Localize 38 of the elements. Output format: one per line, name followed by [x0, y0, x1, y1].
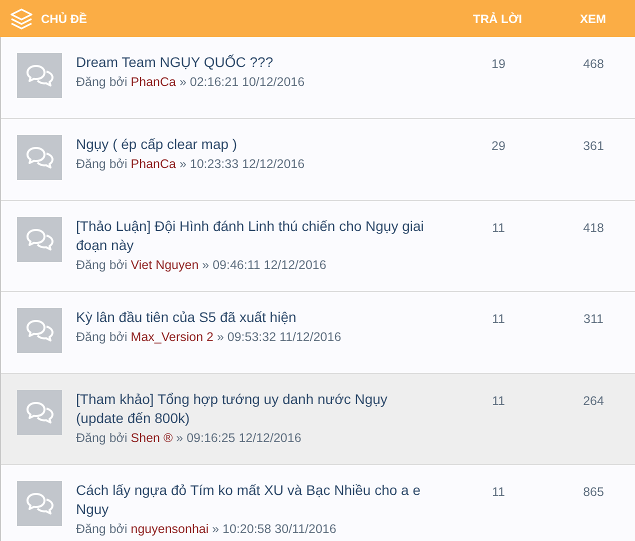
topic-row[interactable]: [Tham khảo] Tổng hợp tướng uy danh nước Ngụy (update đến 800k) Đăng bởi Shen ® » 09:16:25 12/12/2016 11 264: [1, 374, 635, 465]
reply-count: 19: [492, 56, 506, 73]
view-count: 264: [583, 393, 604, 410]
view-count: 361: [583, 138, 604, 155]
chat-bubbles-icon: [26, 228, 54, 252]
author-link[interactable]: PhanCa: [130, 157, 176, 171]
view-count: 468: [583, 56, 604, 73]
chat-bubbles-icon: [26, 400, 54, 424]
post-info: Đăng bởi nguyensonhai » 10:20:58 30/11/2016: [76, 521, 336, 538]
chat-bubbles-icon: [26, 64, 54, 88]
post-info: Đăng bởi Shen ® » 09:16:25 12/12/2016: [76, 430, 302, 447]
topic-title[interactable]: [Tham khảo] Tổng hợp tướng uy danh nước Ngụy (update đến 800k): [76, 390, 438, 428]
post-info: Đăng bởi PhanCa » 10:23:33 12/12/2016: [76, 156, 305, 173]
chat-bubbles-icon: [26, 146, 54, 170]
author-link[interactable]: Viet Nguyen: [130, 258, 199, 272]
reply-count: 11: [492, 393, 505, 410]
topic-title[interactable]: Dream Team NGỤY QUỐC ???: [76, 53, 274, 72]
layers-icon: [10, 8, 33, 30]
post-info: Đăng bởi Max_Version 2 » 09:53:32 11/12/2016: [76, 329, 342, 346]
author-link[interactable]: Shen ®: [130, 431, 173, 445]
view-count: 865: [583, 484, 604, 501]
author-link[interactable]: Max_Version 2: [130, 330, 214, 344]
reply-count: 11: [492, 484, 505, 501]
reply-count: 29: [492, 138, 506, 155]
topic-title[interactable]: Kỳ lân đầu tiên của S5 đã xuất hiện: [76, 308, 296, 327]
topic-title[interactable]: Ngụy ( ép cấp clear map ): [76, 135, 238, 154]
post-info: Đăng bởi PhanCa » 02:16:21 10/12/2016: [76, 74, 305, 91]
reply-count: 11: [492, 311, 505, 328]
view-count: 311: [584, 311, 604, 328]
view-count: 418: [583, 220, 604, 237]
topic-title[interactable]: Cách lấy ngựa đỏ Tím ko mất XU và Bạc Nhiều cho a e Nguy: [76, 481, 438, 519]
chat-bubbles-icon: [26, 492, 54, 516]
author-link[interactable]: nguyensonhai: [130, 522, 209, 536]
reply-count: 11: [492, 220, 505, 237]
chat-bubbles-icon: [26, 318, 54, 342]
author-link[interactable]: PhanCa: [130, 75, 176, 89]
post-info: Đăng bởi Viet Nguyen » 09:46:11 12/12/2016: [76, 257, 326, 274]
topic-title[interactable]: [Thảo Luận] Đội Hình đánh Linh thú chiến cho Ngụy giai đoạn này: [76, 217, 438, 255]
